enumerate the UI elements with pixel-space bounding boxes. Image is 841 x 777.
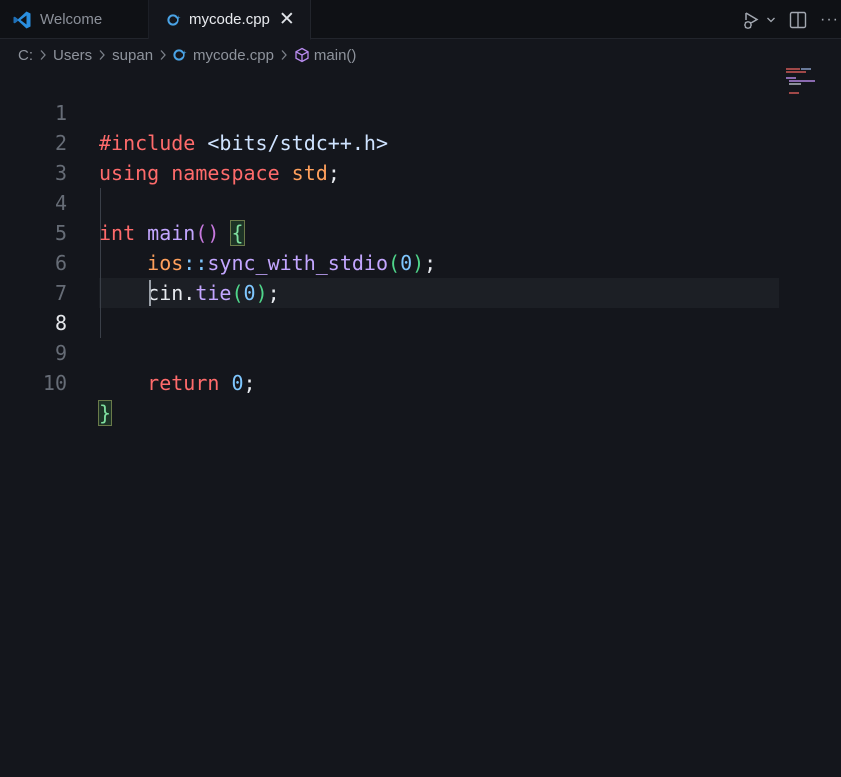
- tab-label: mycode.cpp: [189, 11, 270, 28]
- svg-text:+: +: [177, 15, 181, 21]
- cpp-file-icon: +: [167, 13, 181, 27]
- code-line: 4 int main() {: [0, 158, 841, 246]
- breadcrumb: C: Users supan + mycode.cpp main(): [18, 44, 356, 66]
- text-cursor: [149, 280, 151, 306]
- breadcrumb-item[interactable]: supan: [112, 47, 153, 64]
- tab-mycode-cpp[interactable]: + mycode.cpp ✕: [149, 0, 311, 40]
- code-line: 10 }: [0, 338, 841, 426]
- minimap[interactable]: [786, 68, 826, 98]
- code-line: 5 ios::sync_with_stdio(0);: [0, 188, 841, 275]
- cpp-file-icon: +: [173, 48, 187, 62]
- code-line: 2 using namespace std;: [0, 98, 841, 185]
- close-icon[interactable]: ✕: [279, 10, 295, 29]
- matching-brace: }: [97, 400, 113, 426]
- svg-text:+: +: [183, 50, 187, 56]
- vscode-logo-icon: [12, 10, 32, 30]
- code-line: 7: [0, 248, 841, 305]
- code-editor[interactable]: 1 #include <bits/stdc++.h> 2 using names…: [0, 68, 841, 777]
- code-line: 1 #include <bits/stdc++.h>: [0, 68, 841, 155]
- chevron-down-icon[interactable]: [766, 15, 776, 25]
- code-line-active: 8: [0, 278, 841, 335]
- line-number: 10: [42, 371, 67, 395]
- breadcrumb-file[interactable]: mycode.cpp: [193, 47, 274, 64]
- chevron-right-icon: [280, 49, 288, 61]
- code-token: return: [99, 371, 220, 395]
- breadcrumb-item[interactable]: C:: [18, 47, 33, 64]
- split-editor-icon[interactable]: [788, 10, 808, 30]
- tab-welcome[interactable]: Welcome: [0, 0, 149, 39]
- breadcrumb-symbol[interactable]: main(): [314, 47, 357, 64]
- code-line: 3: [0, 128, 841, 185]
- chevron-right-icon: [159, 49, 167, 61]
- tab-bar: Welcome + mycode.cpp ✕ ···: [0, 0, 841, 40]
- chevron-right-icon: [39, 49, 47, 61]
- editor-actions: ···: [742, 0, 841, 39]
- tab-label: Welcome: [40, 11, 103, 28]
- more-actions-icon[interactable]: ···: [820, 11, 839, 29]
- chevron-right-icon: [98, 49, 106, 61]
- code-token: ;: [243, 371, 256, 395]
- symbol-method-icon: [294, 47, 310, 63]
- code-line: 9 return 0;: [0, 308, 841, 395]
- run-debug-icon[interactable]: [742, 10, 762, 30]
- code-line: 6 cin.tie(0);: [0, 218, 841, 305]
- breadcrumb-item[interactable]: Users: [53, 47, 92, 64]
- code-token: 0: [219, 371, 244, 395]
